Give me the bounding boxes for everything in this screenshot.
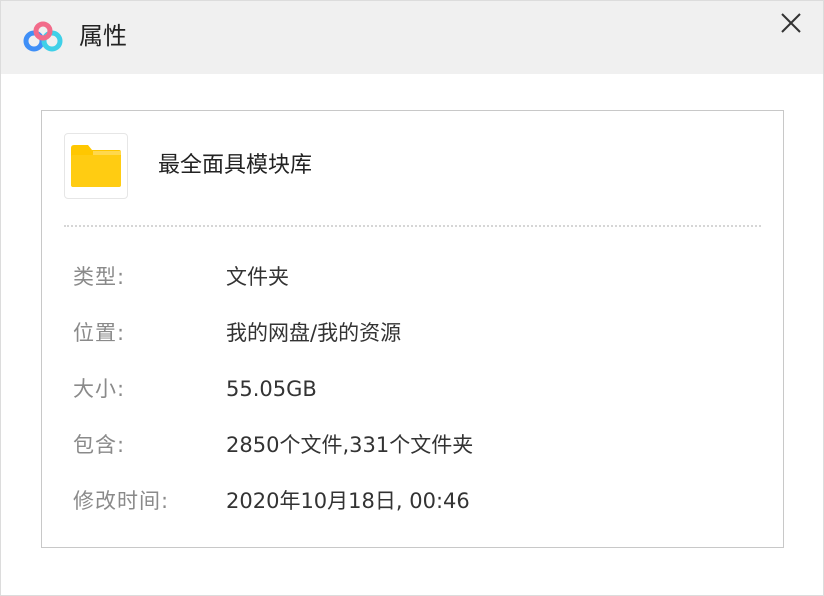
property-row-type: 类型: 文件夹 — [73, 261, 753, 293]
property-row-contains: 包含: 2850个文件,331个文件夹 — [73, 429, 753, 461]
close-button[interactable] — [771, 5, 811, 41]
property-row-location: 位置: 我的网盘/我的资源 — [73, 317, 753, 349]
folder-thumbnail — [64, 133, 128, 199]
property-row-size: 大小: 55.05GB — [73, 373, 753, 405]
properties-dialog: 属性 最全面具模块库 类型: 文件夹 位置: 我的网盘/我的资源 大小: 55.… — [0, 0, 824, 596]
property-value-size: 55.05GB — [226, 377, 317, 401]
divider — [64, 225, 761, 227]
property-label-size: 大小: — [73, 377, 126, 401]
property-label-modified: 修改时间: — [73, 489, 170, 513]
app-logo-icon — [23, 21, 63, 53]
property-value-modified: 2020年10月18日, 00:46 — [226, 489, 470, 513]
property-value-contains: 2850个文件,331个文件夹 — [226, 433, 474, 457]
close-icon — [781, 13, 801, 33]
folder-name: 最全面具模块库 — [158, 153, 313, 178]
property-row-modified: 修改时间: 2020年10月18日, 00:46 — [73, 485, 753, 517]
title-bar[interactable]: 属性 — [1, 1, 823, 74]
property-value-location: 我的网盘/我的资源 — [226, 321, 402, 345]
folder-icon — [71, 145, 121, 187]
property-value-type: 文件夹 — [226, 265, 289, 289]
window-title: 属性 — [79, 22, 127, 50]
property-label-contains: 包含: — [73, 433, 126, 457]
properties-panel: 最全面具模块库 类型: 文件夹 位置: 我的网盘/我的资源 大小: 55.05G… — [41, 110, 784, 548]
property-label-location: 位置: — [73, 321, 126, 345]
property-label-type: 类型: — [73, 265, 126, 289]
